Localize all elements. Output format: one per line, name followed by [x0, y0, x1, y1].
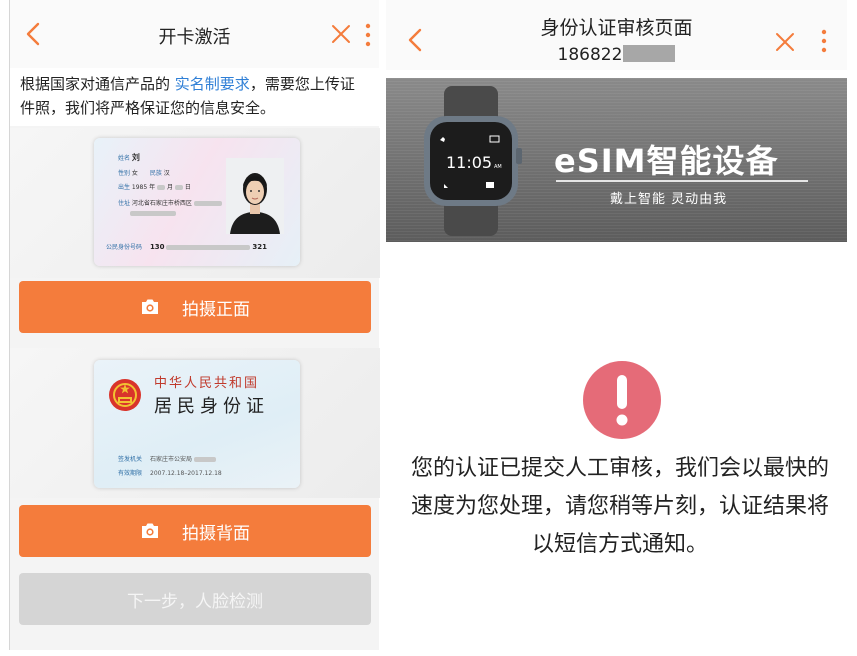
page-title: 开卡激活	[158, 27, 231, 48]
watch-time: 11:05	[446, 153, 492, 172]
capture-back-label: 拍摄背面	[182, 523, 250, 544]
card-name-row: 姓名 刘	[118, 152, 140, 163]
portrait-image	[230, 173, 280, 234]
id-number-end: 321	[252, 243, 268, 251]
validity-key: 有效期限	[118, 470, 143, 477]
validity-row: 有效期限 2007.12.18–2017.12.18	[118, 468, 222, 477]
masked-phone-digits	[623, 45, 676, 62]
national-emblem-icon	[109, 379, 141, 411]
sex-value: 女	[131, 170, 138, 177]
blurred-day	[174, 185, 183, 190]
close-icon[interactable]	[773, 30, 797, 54]
month-key: 月	[166, 184, 173, 191]
card-sex-row: 性别 女 民族 汉	[118, 168, 170, 177]
id-card-front-sample: 姓名 刘 性别 女 民族 汉 出生 1985 年 月 日 住址 河北省石家庄市桥…	[94, 138, 300, 266]
blurred-address-line-2	[130, 211, 176, 216]
birth-key: 出生	[118, 184, 131, 191]
review-top-bar: 身份认证审核页面 186822	[386, 0, 847, 70]
capture-front-button[interactable]: 拍摄正面	[19, 281, 371, 333]
sex-key: 性别	[118, 170, 131, 177]
id-number-row: 公民身份号码 130 321	[106, 242, 267, 251]
activation-top-bar: 开卡激活	[10, 0, 379, 68]
more-options-icon[interactable]	[361, 22, 375, 48]
banner-divider	[556, 180, 808, 182]
birth-value: 1985 年	[131, 184, 156, 191]
next-face-detection-button[interactable]: 下一步，人脸检测	[19, 573, 371, 625]
real-name-requirement-link[interactable]: 实名制要求	[175, 75, 250, 93]
camera-icon	[142, 299, 158, 314]
blurred-address	[193, 201, 222, 206]
name-key: 姓名	[118, 155, 131, 162]
name-value: 刘	[131, 153, 140, 162]
phone-number-prefix: 186822	[557, 45, 623, 65]
ethnic-value: 汉	[163, 170, 170, 177]
activation-screen: 开卡激活 根据国家对通信产品的 实名制要求，需要您上传证件照，我们将严格保证您的…	[9, 0, 380, 650]
close-icon[interactable]	[329, 22, 353, 46]
camera-icon	[142, 523, 158, 538]
banner-brand: eSIM智能设备	[554, 142, 779, 180]
validity-value: 2007.12.18–2017.12.18	[150, 470, 222, 477]
review-status-message: 您的认证已提交人工审核，我们会以最快的速度为您处理，请您稍等片刻，认证结果将以短…	[410, 456, 829, 557]
capture-back-button[interactable]: 拍摄背面	[19, 505, 371, 557]
blurred-id-number	[166, 245, 251, 250]
capture-front-label: 拍摄正面	[182, 299, 250, 320]
portrait-photo	[226, 158, 284, 234]
id-number-start: 130	[149, 243, 165, 251]
card-birth-row: 出生 1985 年 月 日	[118, 182, 191, 191]
id-front-sample-area: 姓名 刘 性别 女 民族 汉 出生 1985 年 月 日 住址 河北省石家庄市桥…	[10, 128, 380, 278]
id-back-sample-area: 中华人民共和国 居民身份证 签发机关 石家庄市公安局 有效期限 2007.12.18…	[10, 348, 380, 498]
smartwatch-icon: 11:05 AM	[424, 86, 522, 236]
more-options-icon[interactable]	[817, 28, 831, 54]
banner-slogan: 戴上智能 灵动由我	[610, 192, 728, 207]
authority-value: 石家庄市公安局	[150, 456, 193, 463]
issuing-authority-row: 签发机关 石家庄市公安局	[118, 454, 216, 463]
blurred-authority	[193, 457, 216, 462]
blurred-month	[157, 185, 166, 190]
card-title-text: 居民身份证	[154, 396, 269, 417]
review-screen: 身份认证审核页面 186822 11:05 AM eSIM智能设备 戴上智能 灵…	[386, 0, 847, 656]
id-number-key: 公民身份号码	[106, 244, 143, 251]
id-card-back-sample: 中华人民共和国 居民身份证 签发机关 石家庄市公安局 有效期限 2007.12.18…	[94, 360, 300, 488]
card-address-row-2	[130, 210, 176, 217]
address-key: 住址	[118, 200, 131, 207]
card-address-row: 住址 河北省石家庄市桥西区	[118, 198, 222, 207]
next-button-label: 下一步，人脸检测	[127, 591, 263, 612]
real-name-notice: 根据国家对通信产品的 实名制要求，需要您上传证件照，我们将严格保证您的信息安全。	[10, 68, 379, 126]
ethnic-key: 民族	[149, 170, 162, 177]
authority-key: 签发机关	[118, 456, 143, 463]
notice-text: 根据国家对通信产品的	[20, 75, 171, 93]
nation-text: 中华人民共和国	[154, 376, 260, 391]
esim-banner: 11:05 AM eSIM智能设备 戴上智能 灵动由我	[386, 78, 847, 242]
address-value: 河北省石家庄市桥西区	[131, 200, 192, 207]
watch-ampm: AM	[494, 164, 502, 170]
day-key: 日	[184, 184, 191, 191]
exclamation-alert-icon	[583, 361, 661, 439]
